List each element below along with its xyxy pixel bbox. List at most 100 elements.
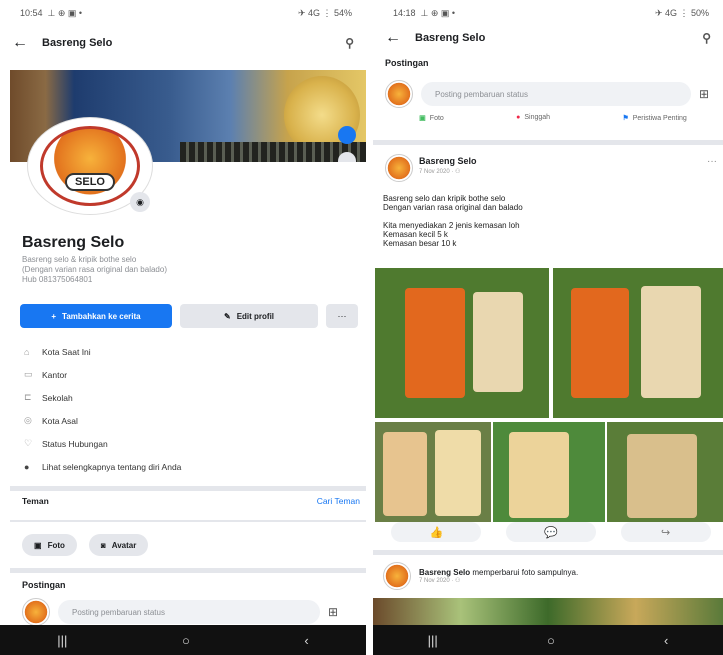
post2-time: 7 Nov 2020 · ⚇ <box>419 578 461 584</box>
status-bar: 10:54 ⊥ ⊕ ▣ • ✈ 4G ⋮ 54% <box>0 0 366 26</box>
profile-screen: 10:54 ⊥ ⊕ ▣ • ✈ 4G ⋮ 54% ← Basreng Selo ⚲… <box>0 0 366 655</box>
find-friends-link[interactable]: Cari Teman <box>317 496 360 506</box>
photo-add-icon[interactable]: ⊞ <box>328 605 338 619</box>
post-photo-grid <box>375 268 723 522</box>
status-icons: ⊥ ⊕ ▣ • <box>420 7 456 18</box>
divider <box>10 568 366 573</box>
pencil-icon: ✎ <box>223 311 231 321</box>
avatar <box>383 562 411 590</box>
back-arrow-icon[interactable]: ← <box>12 34 28 52</box>
status-input[interactable]: Posting pembaruan status <box>421 82 691 106</box>
logo-text: SELO <box>65 173 115 191</box>
edit-profile-button[interactable]: ✎ Edit profil <box>180 304 318 328</box>
life-event-action[interactable]: ⚑ Peristiwa Penting <box>622 114 686 122</box>
profile-details: ⌂ Kota Saat Ini ▭ Kantor ⊏ Sekolah ◎ Kota As… <box>24 340 181 478</box>
avatar <box>385 154 413 182</box>
status-composer: Posting pembaruan status ⊞ <box>22 598 338 626</box>
home-icon: ⌂ <box>24 346 30 357</box>
status-time: 14:18 <box>393 8 416 18</box>
dots-icon: ● <box>24 461 30 472</box>
recent-apps-icon[interactable]: ||| <box>428 633 438 648</box>
status-input[interactable]: Posting pembaruan status <box>58 600 320 624</box>
app-bar: ← Basreng Selo ⚲ <box>0 26 366 60</box>
cover-update-photo[interactable] <box>373 598 723 625</box>
detail-relationship[interactable]: ♡ Status Hubungan <box>24 432 181 455</box>
back-icon[interactable]: ‹ <box>664 633 668 648</box>
cover-update-post: Basreng Selo memperbarui foto sampulnya.… <box>383 562 578 590</box>
post-menu-icon[interactable]: ··· <box>707 156 717 167</box>
photo-action[interactable]: ▣ Foto <box>419 114 444 122</box>
pin-icon: ● <box>516 114 521 121</box>
detail-work[interactable]: ▭ Kantor <box>24 363 181 386</box>
heart-icon: ♡ <box>24 438 33 448</box>
composer-actions: ▣ Foto ● Singgah ⚑ Peristiwa Penting <box>383 114 723 122</box>
checkin-action[interactable]: ● Singgah <box>516 114 550 122</box>
app-bar: ← Basreng Selo ⚲ <box>373 26 723 50</box>
posts-title: Postingan <box>22 580 66 590</box>
post-photo[interactable] <box>493 422 605 522</box>
status-right: ✈ 4G ⋮ 54% <box>297 7 352 18</box>
posts-title: Postingan <box>385 58 429 68</box>
divider <box>373 140 723 145</box>
profile-logo: SELO <box>40 126 140 206</box>
post-photo[interactable] <box>553 268 723 418</box>
android-nav-bar: ||| ○ ‹ <box>373 625 723 655</box>
post2-text: memperbarui foto sampulnya. <box>470 568 579 577</box>
profile-picture[interactable]: SELO ◉ <box>26 118 154 214</box>
profile-name: Basreng Selo <box>22 234 125 251</box>
avatar <box>22 598 50 626</box>
divider <box>373 550 723 555</box>
home-icon[interactable]: ○ <box>547 633 555 648</box>
detail-school[interactable]: ⊏ Sekolah <box>24 386 181 409</box>
divider <box>10 486 366 491</box>
back-arrow-icon[interactable]: ← <box>385 29 401 47</box>
search-icon[interactable]: ⚲ <box>345 36 354 50</box>
post-photo[interactable] <box>375 268 549 418</box>
friends-section: Teman Cari Teman <box>22 496 360 506</box>
add-story-button[interactable]: + Tambahkan ke cerita <box>20 304 172 328</box>
reaction-bar: 👍 💬 ↪ <box>379 522 723 542</box>
plus-icon: + <box>51 311 57 321</box>
like-icon[interactable]: 👍 <box>391 522 482 542</box>
post-author[interactable]: Basreng Selo <box>419 156 477 166</box>
post-photo[interactable] <box>607 422 723 522</box>
location-icon: ◎ <box>24 415 32 425</box>
status-right: ✈ 4G ⋮ 50% <box>654 7 709 18</box>
friends-title: Teman <box>22 496 49 506</box>
back-icon[interactable]: ‹ <box>304 633 308 648</box>
status-bar: 14:18 ⊥ ⊕ ▣ • ✈ 4G ⋮ 50% <box>373 0 723 26</box>
search-icon[interactable]: ⚲ <box>702 31 711 45</box>
post-time: 7 Nov 2020 · ⚇ <box>419 169 461 175</box>
flag-icon: ⚑ <box>622 115 629 122</box>
share-icon[interactable]: ↪ <box>620 522 711 542</box>
post2-author[interactable]: Basreng Selo <box>419 568 470 577</box>
profile-camera-icon[interactable]: ◉ <box>130 192 150 212</box>
profile-actions: + Tambahkan ke cerita ✎ Edit profil ··· <box>20 304 358 328</box>
image-icon: ▣ <box>34 540 42 550</box>
post-photo[interactable] <box>375 422 491 522</box>
detail-current-city[interactable]: ⌂ Kota Saat Ini <box>24 340 181 363</box>
status-composer: Posting pembaruan status ⊞ <box>385 80 709 108</box>
photo-add-icon[interactable]: ⊞ <box>699 87 709 101</box>
recent-apps-icon[interactable]: ||| <box>57 633 67 648</box>
profile-bio: Basreng selo & kripik bothe selo (Dengan… <box>22 255 167 284</box>
page-title: Basreng Selo <box>415 32 486 44</box>
post-text: Basreng selo dan kripik bothe selo Dengan… <box>383 194 523 248</box>
photos-chip[interactable]: ▣ Foto <box>22 534 77 556</box>
divider <box>10 520 366 522</box>
home-icon[interactable]: ○ <box>182 633 190 648</box>
avatar <box>385 80 413 108</box>
detail-see-more[interactable]: ● Lihat selengkapnya tentang diri Anda <box>24 455 181 478</box>
more-button[interactable]: ··· <box>326 304 358 328</box>
school-icon: ⊏ <box>24 392 32 402</box>
posts-screen: 14:18 ⊥ ⊕ ▣ • ✈ 4G ⋮ 50% ← Basreng Selo ⚲… <box>373 0 723 655</box>
status-time: 10:54 <box>20 8 43 18</box>
avatar-icon: ◙ <box>100 540 106 550</box>
detail-hometown[interactable]: ◎ Kota Asal <box>24 409 181 432</box>
status-icons: ⊥ ⊕ ▣ • <box>47 7 83 18</box>
android-nav-bar: ||| ○ ‹ <box>0 625 366 655</box>
cover-camera-icon[interactable] <box>338 126 356 144</box>
avatar-chip[interactable]: ◙ Avatar <box>88 534 149 556</box>
photo-icon: ▣ <box>419 115 426 122</box>
comment-icon[interactable]: 💬 <box>505 522 596 542</box>
